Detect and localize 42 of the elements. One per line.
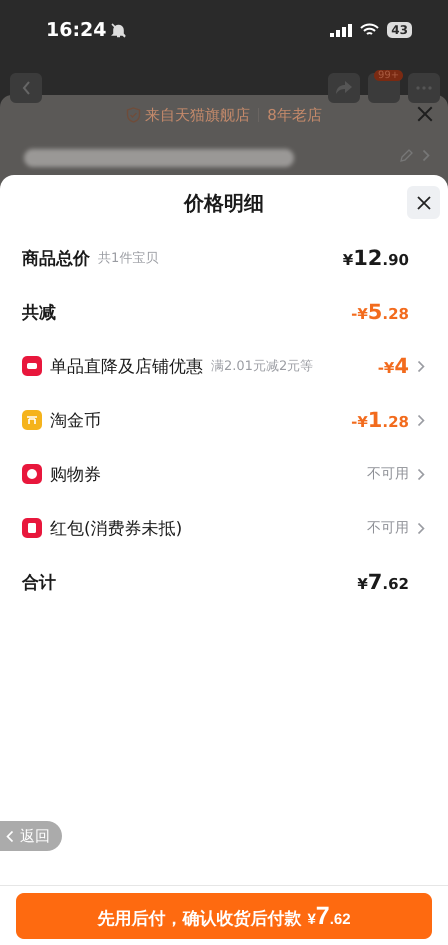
share-icon: [335, 80, 353, 96]
back-button[interactable]: [10, 73, 42, 103]
muted-bell-icon: [110, 22, 128, 38]
close-button[interactable]: [407, 186, 440, 219]
close-icon: [416, 105, 434, 123]
row-label: 淘金币: [50, 410, 101, 432]
price-amount: -¥4: [378, 354, 409, 378]
chevron-right-icon: [417, 522, 425, 534]
chevron-right-icon: [417, 360, 425, 372]
more-button[interactable]: [408, 73, 440, 103]
pencil-icon: [399, 148, 414, 162]
share-button[interactable]: [328, 73, 360, 103]
price-amount: -¥5.28: [351, 300, 409, 324]
close-icon: [416, 194, 432, 210]
price-amount: -¥1.28: [351, 408, 409, 432]
store-label: 来自天猫旗舰店: [145, 106, 250, 124]
row-label: 合计: [22, 572, 56, 594]
price-amount: ¥7.62: [357, 570, 409, 594]
chevron-left-icon: [6, 830, 14, 842]
store-age: 8年老店: [267, 106, 322, 124]
row-label: 购物券: [50, 464, 101, 486]
price-amount: ¥12.90: [342, 246, 409, 270]
chevron-right-icon: [417, 414, 425, 426]
battery-level: 43: [387, 22, 412, 38]
row-label: 商品总价: [22, 248, 90, 270]
chevron-right-icon: [422, 148, 430, 162]
unavailable-status: 不可用: [367, 519, 409, 537]
sheet-title: 价格明细: [184, 190, 264, 216]
chevron-left-icon: [22, 81, 30, 95]
row-label: 共减: [22, 302, 56, 324]
row-note: 满2.01元减2元等: [211, 358, 314, 375]
row-label: 单品直降及店铺优惠: [50, 356, 203, 378]
chevron-right-icon: [417, 468, 425, 480]
row-note: 共1件宝贝: [98, 250, 158, 267]
row-label: 红包(消费券未抵): [50, 518, 182, 540]
wifi-icon: [360, 23, 380, 37]
shield-check-icon: [126, 107, 142, 123]
signal-icon: [330, 24, 352, 36]
return-button[interactable]: 返回: [0, 821, 62, 851]
status-time: 16:24: [46, 19, 106, 41]
pay-button[interactable]: 先用后付，确认收货后付款 ¥7.62: [16, 893, 432, 939]
unavailable-status: 不可用: [367, 465, 409, 483]
